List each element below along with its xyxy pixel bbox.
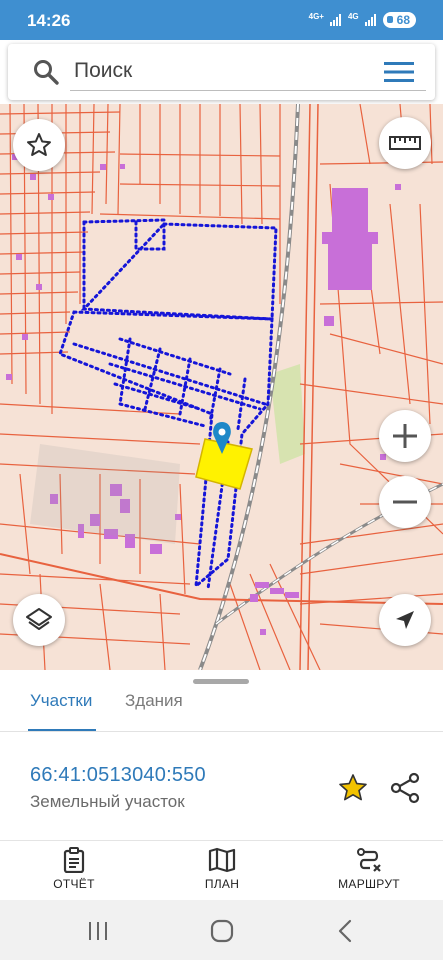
network-type-1: 4G+ <box>308 11 324 21</box>
nav-report[interactable]: ОТЧЁТ <box>19 847 129 899</box>
clipboard-icon <box>63 847 85 873</box>
signal-icon-2 <box>364 14 376 26</box>
star-icon <box>27 133 51 156</box>
status-time: 14:26 <box>27 11 71 30</box>
route-icon <box>357 848 381 872</box>
navigation-arrow-icon <box>396 611 414 629</box>
sheet-tabs: Участки Здания <box>0 684 443 734</box>
map-plan-icon <box>208 847 236 873</box>
nav-route[interactable]: МАРШРУТ <box>314 847 424 899</box>
status-icons: 4G+ 4G 68 <box>309 12 416 28</box>
favorite-map-button[interactable] <box>13 119 65 171</box>
layers-icon <box>26 608 52 630</box>
search-area <box>0 40 443 104</box>
search-underline <box>70 90 426 91</box>
nav-report-label: ОТЧЁТ <box>53 877 95 891</box>
search-icon[interactable] <box>32 58 60 86</box>
tab-buildings[interactable]: Здания <box>125 684 183 732</box>
home-icon[interactable] <box>208 917 236 945</box>
nav-route-label: МАРШРУТ <box>338 877 400 891</box>
my-location-button[interactable] <box>379 594 431 646</box>
status-bar: 14:26 4G+ 4G 68 <box>0 0 443 40</box>
nav-plan[interactable]: ПЛАН <box>167 847 277 899</box>
hamburger-menu-icon[interactable] <box>383 58 415 86</box>
cadastral-number-link[interactable]: 66:41:0513040:550 <box>30 764 206 787</box>
ruler-icon <box>389 136 421 150</box>
zoom-in-button[interactable] <box>379 410 431 462</box>
tab-parcels[interactable]: Участки <box>30 684 92 732</box>
zoom-out-button[interactable] <box>379 476 431 528</box>
favorite-star-icon[interactable] <box>337 772 369 804</box>
nav-plan-label: ПЛАН <box>204 877 240 891</box>
bottom-navigation: ОТЧЁТ ПЛАН МАРШРУТ <box>0 840 443 900</box>
parcel-type: Земельный участок <box>30 792 185 811</box>
share-icon[interactable] <box>389 772 421 804</box>
back-icon[interactable] <box>332 917 360 945</box>
zoom-in-icon <box>393 424 417 448</box>
battery-indicator: 68 <box>382 12 416 28</box>
layers-button[interactable] <box>13 594 65 646</box>
zoom-out-icon <box>393 500 417 504</box>
search-input[interactable] <box>74 54 374 88</box>
signal-icon <box>329 14 341 26</box>
map-canvas[interactable] <box>0 104 443 670</box>
search-bar <box>8 44 435 100</box>
system-navigation-bar <box>0 900 443 960</box>
cadastral-map[interactable] <box>0 104 443 670</box>
tabs-divider <box>0 731 443 732</box>
recents-icon[interactable] <box>84 917 112 945</box>
network-type-2: 4G <box>347 11 359 21</box>
ruler-button[interactable] <box>379 117 431 169</box>
